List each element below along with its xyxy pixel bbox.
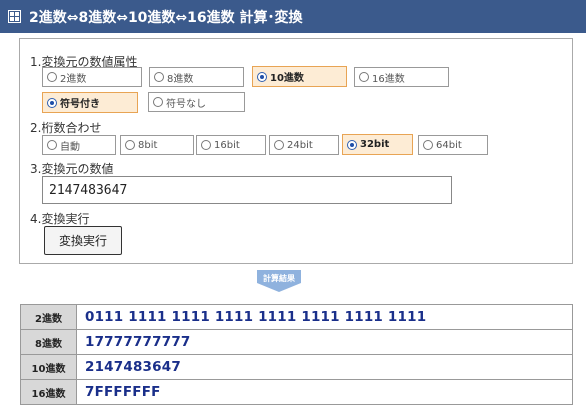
radio-label: 10進数	[270, 73, 304, 84]
result-badge: 計算結果	[257, 270, 301, 292]
conversion-form: 1.変換元の数値属性 2進数 8進数 10進数 16進数 符号付き 符号なし 2…	[19, 38, 573, 264]
page-title: 2進数⇔8進数⇔10進数⇔16進数 計算･変換	[29, 9, 303, 26]
radio-indicator	[201, 140, 211, 150]
grid-icon	[8, 10, 21, 23]
table-row: 10進数 2147483647	[20, 354, 573, 380]
radio-label: 24bit	[287, 139, 313, 151]
radio-base-2[interactable]: 2進数	[42, 67, 142, 87]
row-header: 2進数	[20, 304, 77, 330]
radio-label: 16bit	[214, 139, 240, 151]
radio-digits-8bit[interactable]: 8bit	[120, 135, 194, 155]
number-input[interactable]	[42, 176, 452, 204]
radio-label: 2進数	[60, 73, 87, 85]
radio-unsigned[interactable]: 符号なし	[148, 92, 245, 112]
radio-base-8[interactable]: 8進数	[149, 67, 244, 87]
radio-label: 8bit	[138, 139, 158, 151]
radio-digits-24bit[interactable]: 24bit	[269, 135, 339, 155]
radio-digits-32bit[interactable]: 32bit	[342, 134, 413, 155]
section2-label: 2.桁数合わせ	[30, 121, 102, 135]
radio-indicator	[47, 140, 57, 150]
radio-indicator	[47, 97, 57, 108]
radio-digits-16bit[interactable]: 16bit	[196, 135, 266, 155]
radio-label: 64bit	[436, 139, 462, 151]
radio-indicator	[274, 140, 284, 150]
radio-signed[interactable]: 符号付き	[42, 92, 138, 113]
radio-base-16[interactable]: 16進数	[354, 67, 449, 87]
convert-button[interactable]: 変換実行	[44, 226, 122, 255]
page-header: 2進数⇔8進数⇔10進数⇔16進数 計算･変換	[0, 0, 586, 33]
radio-indicator	[125, 140, 135, 150]
results-table: 2進数 0111 1111 1111 1111 1111 1111 1111 1…	[20, 304, 573, 405]
row-value: 2147483647	[76, 354, 573, 380]
radio-label: 16進数	[372, 73, 405, 85]
row-value: 7FFFFFFF	[76, 379, 573, 405]
radio-indicator	[154, 72, 164, 82]
radio-label: 8進数	[167, 73, 194, 85]
table-row: 8進数 17777777777	[20, 329, 573, 355]
radio-indicator	[359, 72, 369, 82]
radio-digits-64bit[interactable]: 64bit	[418, 135, 488, 155]
radio-label: 自動	[60, 141, 80, 153]
radio-label: 符号なし	[166, 98, 206, 110]
radio-indicator	[47, 72, 57, 82]
section3-label: 3.変換元の数値	[30, 162, 114, 176]
radio-base-10[interactable]: 10進数	[252, 66, 347, 87]
section4-label: 4.変換実行	[30, 212, 90, 226]
table-row: 16進数 7FFFFFFF	[20, 379, 573, 405]
radio-label: 32bit	[360, 139, 390, 150]
radio-indicator	[153, 97, 163, 107]
radio-digits-auto[interactable]: 自動	[42, 135, 116, 155]
row-header: 16進数	[20, 379, 77, 405]
radio-indicator	[347, 139, 357, 150]
row-value: 0111 1111 1111 1111 1111 1111 1111 1111	[76, 304, 573, 330]
table-row: 2進数 0111 1111 1111 1111 1111 1111 1111 1…	[20, 304, 573, 330]
radio-indicator	[423, 140, 433, 150]
result-badge-label: 計算結果	[263, 274, 295, 283]
radio-label: 符号付き	[60, 99, 100, 110]
row-header: 8進数	[20, 329, 77, 355]
radio-indicator	[257, 71, 267, 82]
row-value: 17777777777	[76, 329, 573, 355]
row-header: 10進数	[20, 354, 77, 380]
